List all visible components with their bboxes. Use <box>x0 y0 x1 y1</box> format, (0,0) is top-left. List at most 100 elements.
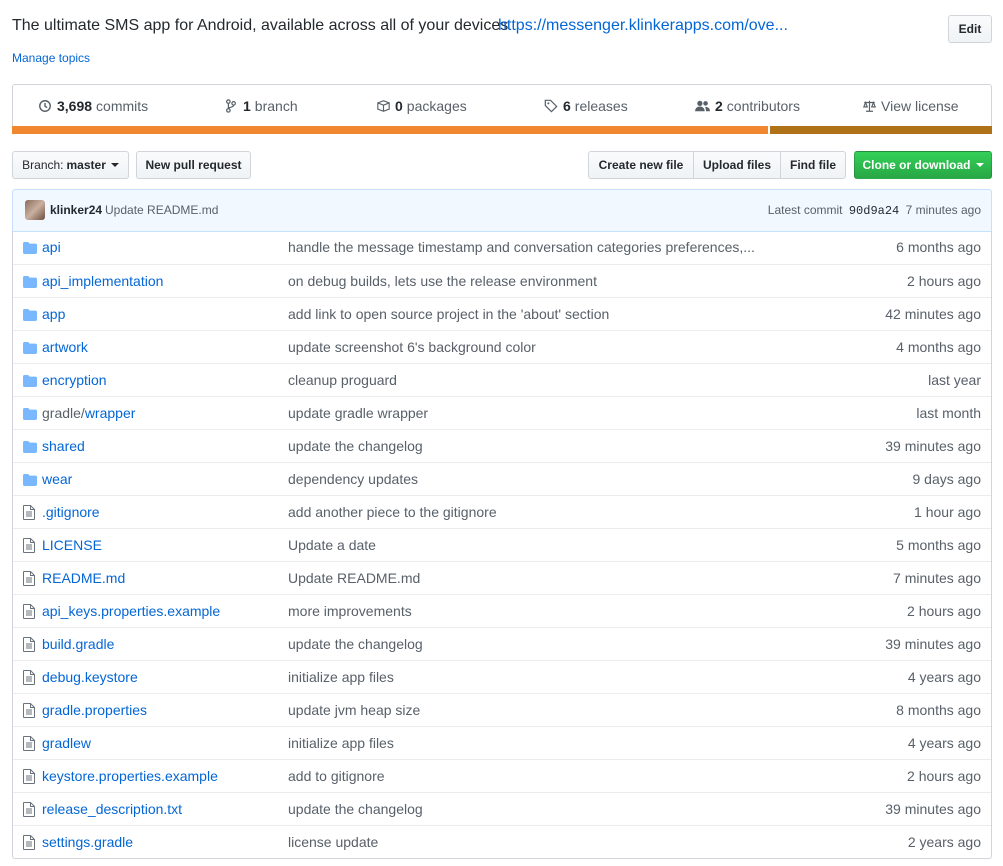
branches-stat[interactable]: 1 branch <box>223 85 298 127</box>
file-name[interactable]: app <box>42 306 65 322</box>
file-name[interactable]: gradlew <box>42 735 91 751</box>
file-name[interactable]: README.md <box>42 570 125 586</box>
folder-icon <box>23 473 37 487</box>
releases-stat[interactable]: 6 releases <box>543 85 628 127</box>
file-commit-message-link[interactable]: add another piece to the gitignore <box>288 504 758 520</box>
file-name-link[interactable]: build.gradle <box>42 636 114 652</box>
repo-website-link[interactable]: https://messenger.klinkerapps.com/ove... <box>498 17 798 35</box>
file-name[interactable]: api_implementation <box>42 273 163 289</box>
contributors-count: 2 <box>715 98 723 114</box>
file-name-link[interactable]: debug.keystore <box>42 669 138 685</box>
commits-stat[interactable]: 3,698 commits <box>37 85 148 127</box>
file-commit-message-link[interactable]: update jvm heap size <box>288 702 758 718</box>
file-commit-age: 4 years ago <box>907 735 981 751</box>
latest-commit-label: Latest commit <box>767 203 843 217</box>
table-row: gradlew initialize app files 4 years ago <box>13 726 991 759</box>
language-segment-secondary[interactable] <box>770 126 992 134</box>
file-name-link[interactable]: gradle.properties <box>42 702 147 718</box>
table-row: shared update the changelog 39 minutes ago <box>13 429 991 462</box>
file-commit-message-link[interactable]: handle the message timestamp and convers… <box>288 239 758 255</box>
file-name[interactable]: wear <box>42 471 72 487</box>
file-icon <box>23 670 37 685</box>
file-name-link[interactable]: keystore.properties.example <box>42 768 218 784</box>
file-name[interactable]: artwork <box>42 339 88 355</box>
file-name-link[interactable]: settings.gradle <box>42 834 133 850</box>
file-commit-message-link[interactable]: initialize app files <box>288 735 758 751</box>
file-name-link[interactable]: README.md <box>42 570 125 586</box>
commit-sha-link[interactable]: 90d9a24 <box>849 204 899 218</box>
file-commit-message-link[interactable]: update the changelog <box>288 636 758 652</box>
folder-icon <box>23 407 37 421</box>
language-bar[interactable] <box>12 126 992 134</box>
file-commit-message-link[interactable]: more improvements <box>288 603 758 619</box>
file-name-link[interactable]: artwork <box>42 339 88 355</box>
file-name[interactable]: LICENSE <box>42 537 102 553</box>
file-commit-message-link[interactable]: Update a date <box>288 537 758 553</box>
folder-icon <box>23 308 37 322</box>
license-stat[interactable]: View license <box>861 85 959 127</box>
file-commit-message-link[interactable]: Update README.md <box>288 570 758 586</box>
file-commit-message-link[interactable]: cleanup proguard <box>288 372 758 388</box>
file-path-prefix[interactable]: gradle/ <box>42 405 85 421</box>
new-pull-request-button[interactable]: New pull request <box>136 151 251 179</box>
file-name-link[interactable]: encryption <box>42 372 107 388</box>
file-commit-message-link[interactable]: initialize app files <box>288 669 758 685</box>
file-name[interactable]: release_description.txt <box>42 801 182 817</box>
packages-stat[interactable]: 0 packages <box>375 85 467 127</box>
file-name-link[interactable]: gradle/wrapper <box>42 405 135 421</box>
file-name-link[interactable]: api_keys.properties.example <box>42 603 220 619</box>
file-commit-message-link[interactable]: update the changelog <box>288 438 758 454</box>
commit-message-link[interactable]: Update README.md <box>105 203 218 217</box>
file-commit-age: 7 minutes ago <box>893 570 981 586</box>
file-name[interactable]: encryption <box>42 372 107 388</box>
file-commit-message-link[interactable]: add to gitignore <box>288 768 758 784</box>
file-icon <box>23 736 37 751</box>
file-name[interactable]: api_keys.properties.example <box>42 603 220 619</box>
file-name-link[interactable]: wear <box>42 471 72 487</box>
file-commit-message-link[interactable]: add link to open source project in the '… <box>288 306 758 322</box>
folder-icon <box>23 374 37 388</box>
avatar[interactable] <box>25 200 45 220</box>
file-name[interactable]: shared <box>42 438 85 454</box>
edit-button[interactable]: Edit <box>948 15 992 43</box>
file-name-link[interactable]: api_implementation <box>42 273 163 289</box>
file-commit-message-link[interactable]: update screenshot 6's background color <box>288 339 758 355</box>
manage-topics-link[interactable]: Manage topics <box>12 51 90 65</box>
file-name[interactable]: .gitignore <box>42 504 100 520</box>
clone-or-download-button[interactable]: Clone or download <box>854 151 992 179</box>
commit-age: 7 minutes ago <box>905 203 981 217</box>
upload-files-button[interactable]: Upload files <box>693 151 781 179</box>
file-name-link[interactable]: app <box>42 306 65 322</box>
table-row: README.md Update README.md 7 minutes ago <box>13 561 991 594</box>
file-commit-age: 6 months ago <box>896 239 981 255</box>
file-name[interactable]: settings.gradle <box>42 834 133 850</box>
contributors-stat[interactable]: 2 contributors <box>693 85 800 127</box>
file-name-link[interactable]: api <box>42 239 61 255</box>
license-label: View license <box>881 98 959 114</box>
releases-count: 6 <box>563 98 571 114</box>
file-name[interactable]: debug.keystore <box>42 669 138 685</box>
file-commit-message-link[interactable]: dependency updates <box>288 471 758 487</box>
file-name-link[interactable]: .gitignore <box>42 504 100 520</box>
file-name[interactable]: gradle.properties <box>42 702 147 718</box>
file-commit-message-link[interactable]: license update <box>288 834 758 850</box>
file-commit-message-link[interactable]: on debug builds, lets use the release en… <box>288 273 758 289</box>
commit-author-link[interactable]: klinker24 <box>50 203 102 217</box>
file-name[interactable]: api <box>42 239 61 255</box>
file-commit-message-link[interactable]: update gradle wrapper <box>288 405 758 421</box>
folder-icon <box>23 341 37 355</box>
file-name[interactable]: build.gradle <box>42 636 114 652</box>
folder-icon <box>23 241 37 255</box>
file-commit-message-link[interactable]: update the changelog <box>288 801 758 817</box>
language-segment-primary[interactable] <box>12 126 768 134</box>
create-new-file-button[interactable]: Create new file <box>588 151 694 179</box>
branch-select-button[interactable]: Branch: master <box>12 151 129 179</box>
file-name[interactable]: keystore.properties.example <box>42 768 218 784</box>
file-name-link[interactable]: release_description.txt <box>42 801 182 817</box>
file-commit-age: 2 hours ago <box>907 273 981 289</box>
find-file-button[interactable]: Find file <box>780 151 846 179</box>
file-name[interactable]: wrapper <box>85 405 136 421</box>
file-name-link[interactable]: LICENSE <box>42 537 102 553</box>
file-name-link[interactable]: shared <box>42 438 85 454</box>
file-name-link[interactable]: gradlew <box>42 735 91 751</box>
